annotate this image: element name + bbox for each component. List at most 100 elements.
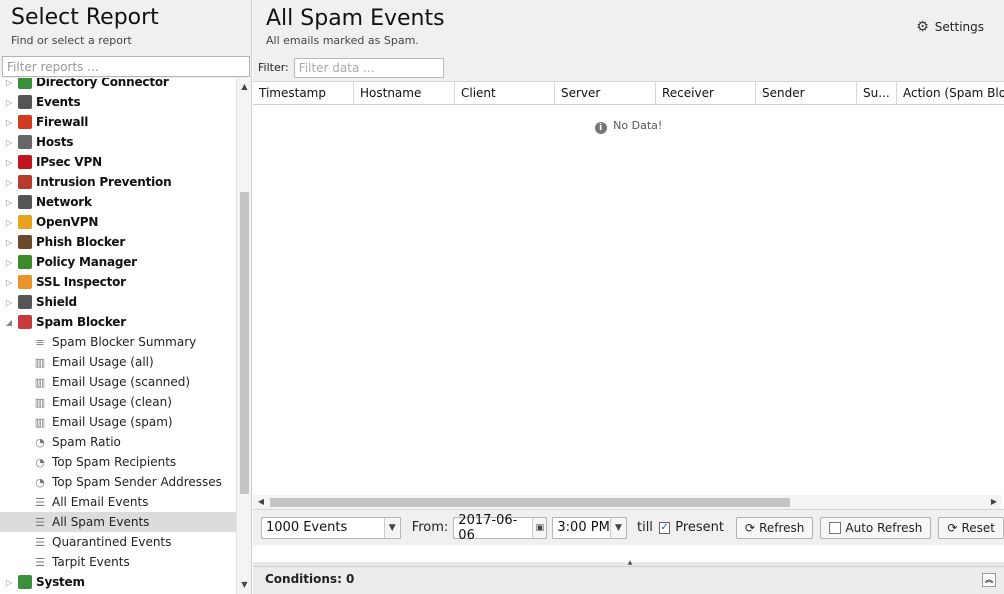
scroll-down-arrow-icon[interactable]: ▼ [237, 578, 251, 592]
conditions-label: Conditions: 0 [265, 572, 355, 586]
tree-scrollbar[interactable]: ▲ ▼ [236, 78, 251, 594]
no-data-message: i No Data! [253, 119, 1004, 134]
tree-report-item[interactable]: ▥ Email Usage (spam) [0, 412, 236, 432]
from-time-select[interactable]: 3:00 PM ▼ [552, 516, 627, 539]
report-selector-panel: Select Report Find or select a report ▷ D… [0, 0, 252, 594]
network-icon [18, 195, 32, 209]
tree-category-hosts[interactable]: ▷ Hosts [0, 132, 236, 152]
filter-reports-input[interactable] [2, 56, 250, 77]
list-icon: ☰ [35, 495, 45, 509]
scroll-right-arrow-icon[interactable]: ▶ [988, 495, 1000, 509]
tree-report-item[interactable]: ☰ Quarantined Events [0, 532, 236, 552]
collapsed-arrow-icon[interactable]: ▷ [4, 138, 14, 147]
column-header[interactable]: Timestamp [253, 82, 354, 104]
column-header[interactable]: Su... [857, 82, 897, 104]
collapsed-arrow-icon[interactable]: ▷ [4, 158, 14, 167]
chevron-down-icon[interactable]: ▼ [383, 517, 400, 538]
tree-category-ipsec-vpn[interactable]: ▷ IPsec VPN [0, 152, 236, 172]
tree-report-item[interactable]: ☰ Tarpit Events [0, 552, 236, 572]
tree-report-label: Email Usage (clean) [52, 395, 172, 409]
collapsed-arrow-icon[interactable]: ▷ [4, 298, 14, 307]
tree-report-label: Email Usage (spam) [52, 415, 173, 429]
gear-icon: ⚙ [916, 19, 929, 35]
bar-chart-icon: ▥ [34, 375, 46, 389]
scroll-up-arrow-icon[interactable]: ▲ [237, 80, 251, 94]
till-label: till [636, 520, 653, 535]
collapsed-arrow-icon[interactable]: ▷ [4, 118, 14, 127]
tree-report-item[interactable]: ▥ Email Usage (clean) [0, 392, 236, 412]
auto-refresh-label: Auto Refresh [845, 520, 923, 535]
tree-category-policy-manager[interactable]: ▷ Policy Manager [0, 252, 236, 272]
tree-report-item[interactable]: ◔ Spam Ratio [0, 432, 236, 452]
tree-category-spam-blocker[interactable]: ◢ Spam Blocker [0, 312, 236, 332]
filter-reports-wrap [0, 54, 251, 78]
collapsed-arrow-icon[interactable]: ▷ [4, 258, 14, 267]
present-label: Present [675, 520, 724, 535]
collapsed-arrow-icon[interactable]: ▷ [4, 278, 14, 287]
tree-category-events[interactable]: ▷ Events [0, 92, 236, 112]
settings-label: Settings [934, 20, 984, 34]
collapsed-arrow-icon[interactable]: ▷ [4, 78, 14, 87]
intrusion-prevention-icon [18, 175, 32, 189]
tree-report-item[interactable]: ☰ All Email Events [0, 492, 236, 512]
collapsed-arrow-icon[interactable]: ▷ [4, 578, 14, 587]
tree-report-item[interactable]: ☰ All Spam Events [0, 512, 236, 532]
info-icon: i [594, 122, 607, 134]
collapsed-arrow-icon[interactable]: ▷ [4, 98, 14, 107]
tree-category-label: Policy Manager [36, 255, 137, 269]
collapsed-arrow-icon[interactable]: ▷ [4, 178, 14, 187]
horizontal-scrollbar[interactable]: ◀ ▶ [253, 495, 1002, 509]
chevron-down-icon[interactable]: ▼ [609, 517, 626, 538]
column-header[interactable]: Action (Spam Blo... [897, 82, 1004, 104]
settings-button[interactable]: ⚙ Settings [916, 19, 984, 35]
tree-category-label: Spam Blocker [36, 315, 126, 329]
from-date-field[interactable]: 2017-06-06 ▣ [453, 513, 548, 543]
column-header[interactable]: Server [555, 82, 656, 104]
pie-chart-icon: ◔ [35, 435, 45, 449]
tree-category-directory-connector[interactable]: ▷ Directory Connector [0, 78, 236, 92]
tree-report-label: Email Usage (scanned) [52, 375, 191, 389]
filter-data-input[interactable] [293, 57, 444, 78]
tree-report-item[interactable]: ▥ Email Usage (scanned) [0, 372, 236, 392]
tree-report-item[interactable]: ◔ Top Spam Sender Addresses [0, 472, 236, 492]
tree-category-network[interactable]: ▷ Network [0, 192, 236, 212]
list-icon: ☰ [35, 555, 45, 569]
tree-report-item[interactable]: ▥ Email Usage (all) [0, 352, 236, 372]
expand-panel-icon[interactable]: ︽ [982, 573, 996, 587]
tree-category-firewall[interactable]: ▷ Firewall [0, 112, 236, 132]
tree-category-label: IPsec VPN [36, 155, 102, 169]
refresh-button[interactable]: ⟳ Refresh [736, 516, 814, 539]
tree-category-phish-blocker[interactable]: ▷ Phish Blocker [0, 232, 236, 252]
tree-report-item[interactable]: ◔ Top Spam Recipients [0, 452, 236, 472]
tree-category-shield[interactable]: ▷ Shield [0, 292, 236, 312]
ipsec-lock-icon [18, 155, 32, 169]
tree-report-item[interactable]: ≡ Spam Blocker Summary [0, 332, 236, 352]
present-checkbox[interactable]: ✓ [658, 521, 671, 534]
auto-refresh-button[interactable]: Auto Refresh [820, 516, 932, 539]
collapsed-arrow-icon[interactable]: ▷ [4, 238, 14, 247]
collapsed-arrow-icon[interactable]: ▷ [4, 198, 14, 207]
events-limit-select[interactable]: 1000 Events ▼ [261, 516, 401, 539]
column-header[interactable]: Sender [756, 82, 857, 104]
scrollbar-thumb[interactable] [240, 192, 249, 494]
no-data-text: No Data! [613, 119, 663, 132]
hscrollbar-thumb[interactable] [270, 498, 790, 507]
tree-category-label: System [36, 575, 85, 589]
tree-category-intrusion-prevention[interactable]: ▷ Intrusion Prevention [0, 172, 236, 192]
tree-category-openvpn[interactable]: ▷ OpenVPN [0, 212, 236, 232]
system-icon [18, 575, 32, 589]
tree-report-label: Quarantined Events [52, 535, 172, 549]
column-header[interactable]: Hostname [354, 82, 455, 104]
column-header[interactable]: Receiver [656, 82, 756, 104]
tree-category-system[interactable]: ▷ System [0, 572, 236, 592]
conditions-panel[interactable]: Conditions: 0 ︽ [253, 566, 1004, 594]
bar-chart-icon: ▥ [34, 395, 46, 409]
column-header[interactable]: Client [455, 82, 555, 104]
collapsed-arrow-icon[interactable]: ▷ [4, 218, 14, 227]
tree-category-ssl-inspector[interactable]: ▷ SSL Inspector [0, 272, 236, 292]
calendar-icon[interactable]: ▣ [532, 517, 547, 538]
scroll-left-arrow-icon[interactable]: ◀ [255, 495, 267, 509]
expanded-arrow-icon[interactable]: ◢ [4, 318, 14, 327]
reset-button[interactable]: ⟳ Reset [938, 516, 1004, 539]
hosts-icon [18, 135, 32, 149]
